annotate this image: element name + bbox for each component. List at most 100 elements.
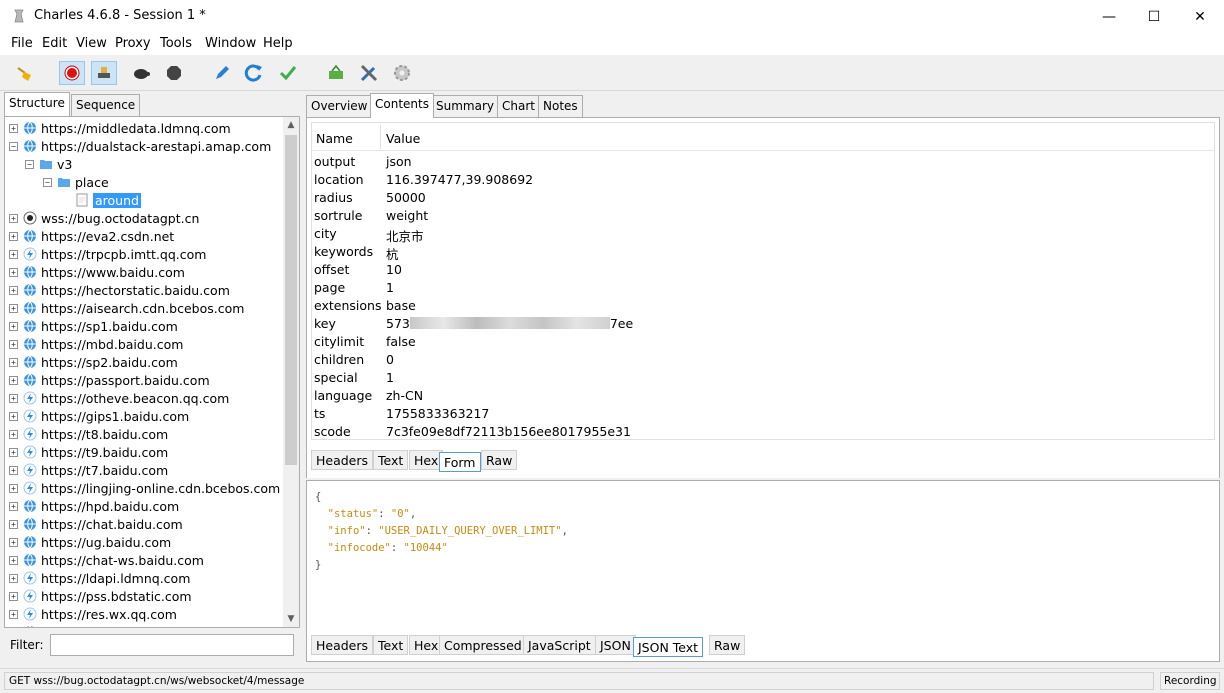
- form-row[interactable]: language zh-CN: [312, 387, 1214, 405]
- tab-summary[interactable]: Summary: [431, 95, 499, 117]
- subtab-compressed[interactable]: Compressed: [439, 635, 527, 655]
- expand-toggle-icon[interactable]: +: [9, 357, 18, 367]
- scroll-up-icon[interactable]: ▲: [283, 117, 299, 133]
- tab-notes[interactable]: Notes: [538, 95, 583, 117]
- expand-toggle-icon[interactable]: −: [25, 159, 34, 169]
- menu-window[interactable]: Window: [205, 36, 256, 51]
- menu-edit[interactable]: Edit: [42, 36, 67, 51]
- tree-item[interactable]: + https://hpd.baidu.com: [9, 497, 179, 515]
- tree-item[interactable]: + https://pcrec.baidu.com: [9, 623, 190, 627]
- tree-item[interactable]: + https://sp1.baidu.com: [9, 317, 178, 335]
- form-row[interactable]: offset 10: [312, 261, 1214, 279]
- scroll-down-icon[interactable]: ▼: [283, 611, 299, 627]
- tree-item[interactable]: + https://ug.baidu.com: [9, 533, 171, 551]
- pen-icon[interactable]: [209, 61, 235, 85]
- form-row[interactable]: keywords 杭: [312, 243, 1214, 262]
- tree-item[interactable]: + https://trpcpb.imtt.qq.com: [9, 245, 206, 263]
- tree-item[interactable]: + https://t7.baidu.com: [9, 461, 168, 479]
- subtab-text[interactable]: Text: [373, 635, 409, 655]
- tree-item[interactable]: + https://chat.baidu.com: [9, 515, 183, 533]
- tree-item[interactable]: + https://pss.bdstatic.com: [9, 587, 192, 605]
- form-row[interactable]: children 0: [312, 351, 1214, 369]
- menu-tools[interactable]: Tools: [160, 36, 192, 51]
- basket-icon[interactable]: [323, 61, 349, 85]
- subtab-json[interactable]: JSON: [595, 635, 636, 655]
- recording-indicator[interactable]: Recording: [1160, 672, 1220, 690]
- form-row[interactable]: sortrule weight: [312, 207, 1214, 225]
- scroll-thumb[interactable]: [285, 135, 297, 465]
- subtab-raw[interactable]: Raw: [481, 450, 518, 470]
- form-row[interactable]: key 573 7ee: [312, 315, 1214, 333]
- expand-toggle-icon[interactable]: +: [9, 465, 18, 475]
- refresh-icon[interactable]: [241, 61, 267, 85]
- menu-file[interactable]: File: [11, 36, 33, 51]
- form-row[interactable]: output json: [312, 153, 1214, 171]
- tree-scrollbar[interactable]: ▲ ▼: [283, 117, 299, 627]
- tools-icon[interactable]: [356, 61, 382, 85]
- expand-toggle-icon[interactable]: +: [9, 321, 18, 331]
- expand-toggle-icon[interactable]: +: [9, 609, 18, 619]
- expand-toggle-icon[interactable]: +: [9, 537, 18, 547]
- tab-sequence[interactable]: Sequence: [71, 94, 141, 116]
- subtab-text[interactable]: Text: [373, 450, 409, 470]
- form-row[interactable]: page 1: [312, 279, 1214, 297]
- menu-help[interactable]: Help: [263, 36, 293, 51]
- expand-toggle-icon[interactable]: +: [9, 285, 18, 295]
- minimize-button[interactable]: —: [1086, 0, 1132, 33]
- subtab-javascript[interactable]: JavaScript: [523, 635, 596, 655]
- tree-item[interactable]: + https://res.wx.qq.com: [9, 605, 177, 623]
- expand-toggle-icon[interactable]: +: [9, 519, 18, 529]
- expand-toggle-icon[interactable]: +: [9, 123, 18, 133]
- tab-structure[interactable]: Structure: [4, 92, 70, 116]
- expand-toggle-icon[interactable]: +: [9, 429, 18, 439]
- form-row[interactable]: extensions base: [312, 297, 1214, 315]
- tree-item[interactable]: − v3: [25, 155, 72, 173]
- expand-toggle-icon[interactable]: +: [9, 213, 18, 223]
- tree-item[interactable]: + https://eva2.csdn.net: [9, 227, 174, 245]
- form-row[interactable]: city 北京市: [312, 225, 1214, 244]
- tree-item[interactable]: + https://t9.baidu.com: [9, 443, 168, 461]
- tree-item[interactable]: + https://www.baidu.com: [9, 263, 185, 281]
- maximize-button[interactable]: ☐: [1131, 0, 1177, 33]
- tree-item[interactable]: + https://aisearch.cdn.bcebos.com: [9, 299, 244, 317]
- tree-item[interactable]: + wss://bug.octodatagpt.cn: [9, 209, 199, 227]
- tree-item[interactable]: + https://hectorstatic.baidu.com: [9, 281, 230, 299]
- tree-item[interactable]: + https://lingjing-online.cdn.bcebos.com: [9, 479, 280, 497]
- expand-toggle-icon[interactable]: +: [9, 573, 18, 583]
- expand-toggle-icon[interactable]: +: [9, 267, 18, 277]
- expand-toggle-icon[interactable]: +: [9, 231, 18, 241]
- expand-toggle-icon[interactable]: +: [9, 375, 18, 385]
- expand-toggle-icon[interactable]: +: [9, 249, 18, 259]
- expand-toggle-icon[interactable]: +: [9, 303, 18, 313]
- tree-item[interactable]: + https://passport.baidu.com: [9, 371, 210, 389]
- column-name[interactable]: Name: [316, 131, 353, 146]
- form-row[interactable]: radius 50000: [312, 189, 1214, 207]
- expand-toggle-icon[interactable]: −: [43, 177, 52, 187]
- column-divider[interactable]: [380, 125, 381, 149]
- menu-view[interactable]: View: [76, 36, 107, 51]
- broom-icon[interactable]: [12, 61, 38, 85]
- tree-item[interactable]: + https://ldapi.ldmnq.com: [9, 569, 190, 587]
- expand-toggle-icon[interactable]: −: [9, 141, 18, 151]
- record-icon[interactable]: [59, 61, 85, 85]
- tree-item[interactable]: + https://sp2.baidu.com: [9, 353, 178, 371]
- tree-item[interactable]: + https://middledata.ldmnq.com: [9, 119, 231, 137]
- menu-proxy[interactable]: Proxy: [115, 36, 151, 51]
- tab-overview[interactable]: Overview: [306, 95, 373, 117]
- form-row[interactable]: special 1: [312, 369, 1214, 387]
- subtab-raw[interactable]: Raw: [709, 635, 746, 655]
- column-value[interactable]: Value: [386, 131, 420, 146]
- subtab-json-text[interactable]: JSON Text: [633, 637, 704, 657]
- form-row[interactable]: scode 7c3fe09e8df72113b156ee8017955e31: [312, 423, 1214, 441]
- subtab-headers[interactable]: Headers: [311, 635, 374, 655]
- expand-toggle-icon[interactable]: +: [9, 501, 18, 511]
- close-button[interactable]: ✕: [1177, 0, 1223, 33]
- expand-toggle-icon[interactable]: +: [9, 555, 18, 565]
- expand-toggle-icon[interactable]: +: [9, 411, 18, 421]
- form-row[interactable]: citylimit false: [312, 333, 1214, 351]
- expand-toggle-icon[interactable]: +: [9, 339, 18, 349]
- expand-toggle-icon[interactable]: +: [9, 393, 18, 403]
- filter-input[interactable]: [50, 634, 294, 656]
- subtab-form[interactable]: Form: [439, 452, 481, 472]
- turtle-icon[interactable]: [128, 61, 154, 85]
